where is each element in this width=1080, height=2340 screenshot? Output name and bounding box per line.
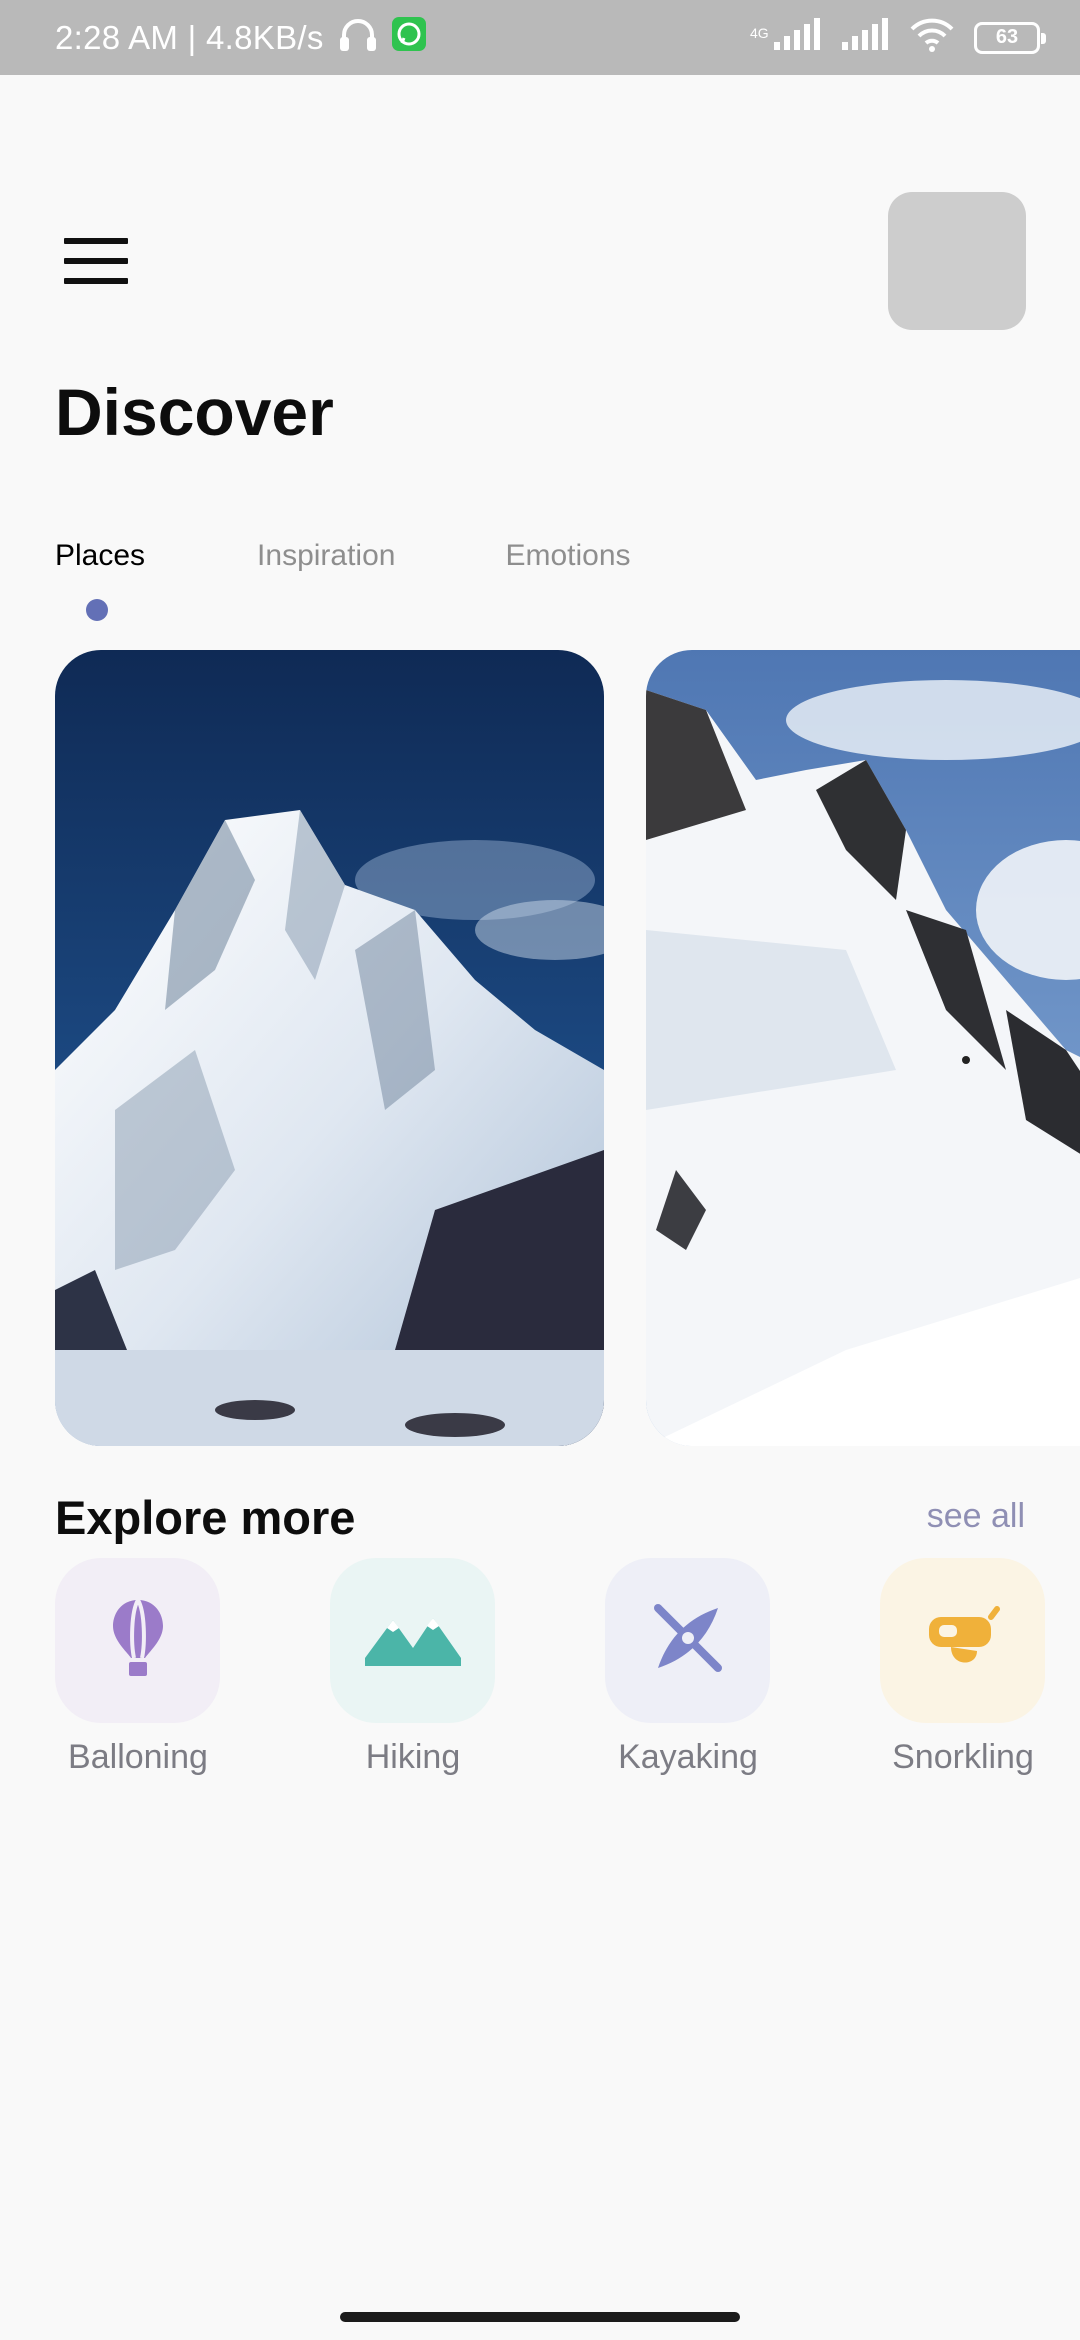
signal-icon	[772, 18, 822, 57]
category-tile	[605, 1558, 770, 1723]
status-bar: 2:28 AM | 4.8KB/s 4G 63	[0, 0, 1080, 75]
headphones-icon	[338, 15, 378, 61]
tab-emotions[interactable]: Emotions	[505, 536, 630, 576]
page-title: Discover	[55, 375, 334, 449]
status-right: 63	[772, 0, 1046, 75]
home-indicator[interactable]	[340, 2312, 740, 2322]
status-left: 2:28 AM | 4.8KB/s	[55, 0, 426, 75]
explore-more-title: Explore more	[55, 1491, 356, 1544]
category-label: Snorkling	[892, 1738, 1034, 1776]
category-label: Kayaking	[618, 1738, 758, 1776]
tab-places[interactable]: Places	[55, 536, 145, 576]
battery-level: 63	[995, 26, 1019, 48]
mountain-peak-photo	[55, 650, 604, 1446]
tab-inspiration[interactable]: Inspiration	[257, 536, 395, 576]
category-tile	[55, 1558, 220, 1723]
place-card-mountain-peak[interactable]	[55, 650, 604, 1446]
category-tabs: Places Inspiration Emotions	[55, 536, 631, 576]
category-kayaking[interactable]: Kayaking	[605, 1558, 770, 1777]
wifi-icon	[908, 17, 956, 58]
category-tile	[330, 1558, 495, 1723]
explore-categories: Balloning Hiking Kayaking Snorkling	[55, 1558, 1055, 1778]
snorkel-mask-icon	[923, 1603, 1003, 1678]
category-label: Hiking	[365, 1738, 461, 1776]
signal-icon	[840, 18, 890, 57]
hamburger-menu-icon[interactable]	[64, 238, 128, 284]
place-card-snow-ridge[interactable]	[646, 650, 1080, 1446]
category-label: Balloning	[68, 1738, 208, 1776]
snow-ridge-climbers-photo	[646, 650, 1080, 1446]
category-hiking[interactable]: Hiking	[330, 1558, 495, 1777]
active-tab-indicator	[86, 599, 108, 621]
whatsapp-icon	[391, 16, 426, 59]
network-type-label: 4G	[750, 25, 769, 41]
kayak-icon	[648, 1598, 728, 1683]
status-time-speed: 2:28 AM | 4.8KB/s	[55, 18, 324, 56]
category-tile	[880, 1558, 1045, 1723]
category-snorkling[interactable]: Snorkling	[880, 1558, 1045, 1777]
hot-air-balloon-icon	[109, 1598, 167, 1683]
category-balloning[interactable]: Balloning	[55, 1558, 220, 1777]
battery-icon: 63	[974, 21, 1046, 54]
see-all-link[interactable]: see all	[927, 1494, 1025, 1538]
mountains-icon	[363, 1608, 463, 1673]
avatar[interactable]	[888, 192, 1026, 330]
